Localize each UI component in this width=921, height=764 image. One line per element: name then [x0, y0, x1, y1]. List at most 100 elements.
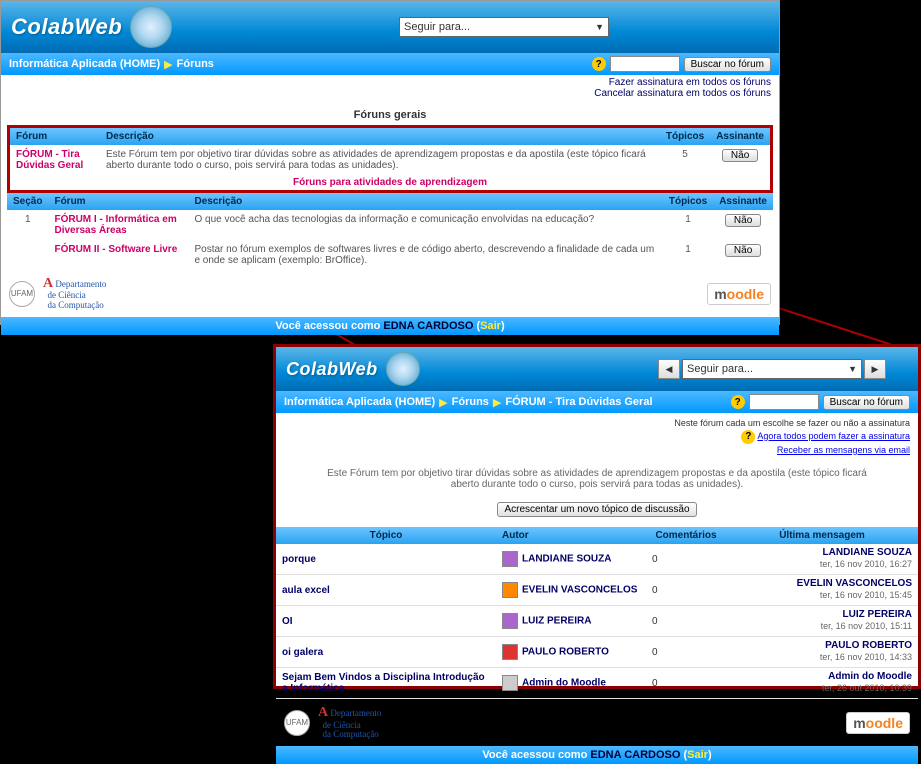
header-bar: ColabWeb ◀ Seguir para... ▼ ▶ [276, 347, 918, 391]
add-topic-button[interactable]: Acrescentar um novo tópico de discussão [497, 502, 696, 517]
subscribe-no-button[interactable]: Não [722, 149, 758, 162]
info-link[interactable]: Receber as mensagens via email [777, 445, 910, 455]
jump-to-placeholder: Seguir para... [687, 363, 753, 375]
breadcrumb-current: FÓRUM - Tira Dúvidas Geral [505, 396, 652, 408]
breadcrumb: Informática Aplicada (HOME) ▶ Fóruns ▶ F… [276, 391, 918, 413]
col-section: Seção [7, 193, 48, 210]
nav-next-button[interactable]: ▶ [864, 359, 886, 379]
breadcrumb-forums[interactable]: Fóruns [452, 396, 489, 408]
breadcrumb: Informática Aplicada (HOME) ▶ Fóruns ? B… [1, 53, 779, 75]
last-author[interactable]: PAULO ROBERTO [732, 640, 912, 652]
col-desc: Descrição [188, 193, 662, 210]
author-name[interactable]: EVELIN VASCONCELOS [522, 585, 637, 596]
col-topics: Tópicos [660, 128, 710, 145]
forum-topics-cell: 1 [663, 210, 713, 240]
subscribe-no-button[interactable]: Não [725, 214, 761, 227]
subscribe-no-button[interactable]: Não [725, 244, 761, 257]
last-author[interactable]: Admin do Moodle [732, 671, 912, 683]
forum-search-input[interactable] [610, 56, 680, 72]
col-last: Última mensagem [726, 527, 918, 544]
last-message-cell: LUIZ PEREIRAter, 16 nov 2010, 15:11 [726, 606, 918, 637]
comments-cell: 0 [646, 606, 726, 637]
breadcrumb-forums[interactable]: Fóruns [177, 58, 214, 70]
unsubscribe-all-link[interactable]: Cancelar assinatura em todos os fóruns [9, 88, 771, 99]
login-user[interactable]: EDNA CARDOSO [383, 320, 473, 332]
comments-cell: 0 [646, 637, 726, 668]
moodle-logo[interactable]: moodle [846, 712, 910, 734]
last-date: ter, 16 nov 2010, 15:45 [820, 590, 912, 600]
author-name[interactable]: Admin do Moodle [522, 678, 606, 689]
comments-cell: 0 [646, 544, 726, 575]
jump-to-select[interactable]: Seguir para... ▼ [682, 359, 862, 379]
section-cell: 1 [7, 210, 48, 240]
login-status-bar: Você acessou como EDNA CARDOSO (Sair) [1, 317, 779, 335]
topic-link[interactable]: porque [276, 544, 496, 575]
forum-description: Este Fórum tem por objetivo tirar dúvida… [276, 462, 918, 496]
login-prefix: Você acessou como [482, 749, 590, 761]
author-cell: EVELIN VASCONCELOS [496, 575, 646, 606]
comments-cell: 0 [646, 668, 726, 699]
footer: UFAM A Departamento de Ciência da Comput… [1, 270, 779, 317]
forum-desc-cell: Postar no fórum exemplos de softwares li… [188, 240, 662, 270]
last-author[interactable]: LUIZ PEREIRA [732, 609, 912, 621]
forum-name-cell[interactable]: FÓRUM I - Informática em Diversas Áreas [48, 210, 188, 240]
col-forum: Fórum [48, 193, 188, 210]
footer: UFAM A Departamento de Ciência da Comput… [276, 699, 918, 746]
login-user[interactable]: EDNA CARDOSO [590, 749, 680, 761]
author-name[interactable]: PAULO ROBERTO [522, 647, 609, 658]
author-name[interactable]: LANDIANE SOUZA [522, 554, 611, 565]
table-row: FÓRUM - Tira Dúvidas Geral Este Fórum te… [10, 145, 770, 175]
breadcrumb-sep: ▶ [439, 396, 447, 409]
logout-link[interactable]: Sair [687, 749, 708, 761]
login-status-bar: Você acessou como EDNA CARDOSO (Sair) [276, 746, 918, 764]
topic-link[interactable]: Sejam Bem Vindos a Disciplina Introdução… [276, 668, 496, 699]
dept-text: A Departamento de Ciência da Computação [43, 276, 106, 311]
last-message-cell: Admin do Moodleter, 26 out 2010, 10:39 [726, 668, 918, 699]
col-comments: Comentários [646, 527, 726, 544]
topics-table: Tópico Autor Comentários Última mensagem… [276, 527, 918, 699]
last-author[interactable]: EVELIN VASCONCELOS [732, 578, 912, 590]
heading-ativ: Fóruns para atividades de aprendizagem [10, 175, 770, 190]
moodle-logo[interactable]: moodle [707, 283, 771, 305]
forum-search-input[interactable] [749, 394, 819, 410]
last-date: ter, 26 out 2010, 10:39 [822, 683, 912, 693]
help-icon[interactable]: ? [592, 57, 606, 71]
last-message-cell: EVELIN VASCONCELOSter, 16 nov 2010, 15:4… [726, 575, 918, 606]
avatar-icon [502, 644, 518, 660]
author-name[interactable]: LUIZ PEREIRA [522, 616, 591, 627]
comments-cell: 0 [646, 575, 726, 606]
jump-to-select[interactable]: Seguir para... ▼ [399, 17, 609, 37]
col-subscriber: Assinante [710, 128, 770, 145]
forum-name-cell[interactable]: FÓRUM - Tira Dúvidas Geral [10, 145, 100, 175]
help-icon[interactable]: ? [731, 395, 745, 409]
breadcrumb-home[interactable]: Informática Aplicada (HOME) [9, 58, 160, 70]
topic-link[interactable]: aula excel [276, 575, 496, 606]
nav-prev-button[interactable]: ◀ [658, 359, 680, 379]
table-row: aula excelEVELIN VASCONCELOS0EVELIN VASC… [276, 575, 918, 606]
info-link[interactable]: Agora todos podem fazer a assinatura [757, 431, 910, 441]
table-row: OI LUIZ PEREIRA 0LUIZ PEREIRAter, 16 nov 2… [276, 606, 918, 637]
help-icon[interactable]: ? [741, 430, 755, 444]
last-author[interactable]: LANDIANE SOUZA [732, 547, 912, 559]
table-row: FÓRUM II - Software Livre Postar no fóru… [7, 240, 773, 270]
forum-detail-window: ColabWeb ◀ Seguir para... ▼ ▶ Informátic… [273, 344, 921, 689]
forum-name-cell[interactable]: FÓRUM II - Software Livre [48, 240, 188, 270]
forum-search-button[interactable]: Buscar no fórum [684, 57, 771, 72]
topic-link[interactable]: oi galera [276, 637, 496, 668]
logout-link[interactable]: Sair [480, 320, 501, 332]
forum-desc-cell: O que você acha das tecnologias da infor… [188, 210, 662, 240]
col-topic: Tópico [276, 527, 496, 544]
col-desc: Descrição [100, 128, 660, 145]
section-cell [7, 240, 48, 270]
topic-link[interactable]: OI [276, 606, 496, 637]
ufam-logo-icon: UFAM [284, 710, 310, 736]
info-line: Neste fórum cada um escolhe se fazer ou … [284, 417, 910, 430]
subscribe-all-link[interactable]: Fazer assinatura em todos os fóruns [9, 77, 771, 88]
site-logo-text: ColabWeb [11, 14, 122, 40]
forum-search-button[interactable]: Buscar no fórum [823, 395, 910, 410]
forum-topics-cell: 1 [663, 240, 713, 270]
general-forums-table: Fórum Descrição Tópicos Assinante FÓRUM … [10, 128, 770, 175]
table-row: Sejam Bem Vindos a Disciplina Introdução… [276, 668, 918, 699]
breadcrumb-home[interactable]: Informática Aplicada (HOME) [284, 396, 435, 408]
swirl-logo-icon [130, 6, 172, 48]
